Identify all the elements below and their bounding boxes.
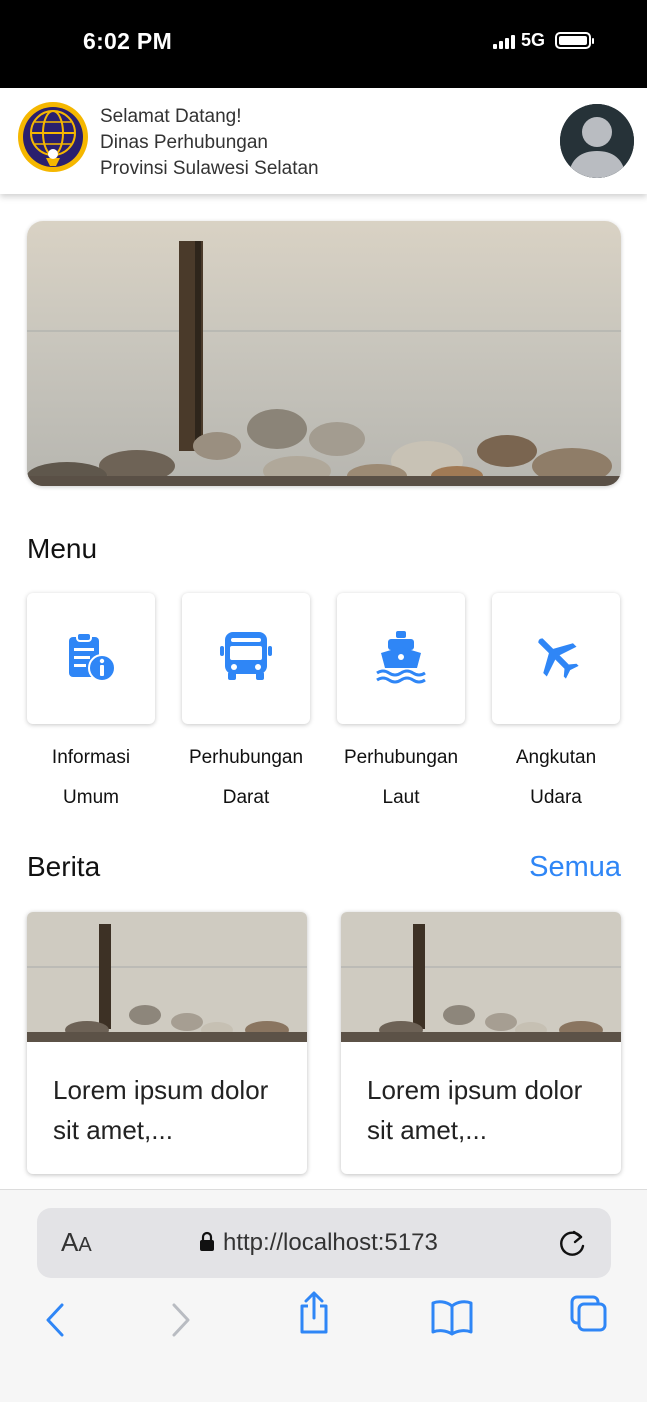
menu-label: Angkutan Udara bbox=[476, 738, 636, 818]
menu-item-angkutan-udara[interactable]: Angkutan Udara bbox=[492, 593, 620, 818]
network-label: 5G bbox=[520, 30, 545, 50]
share-icon[interactable] bbox=[296, 1290, 332, 1341]
user-avatar-icon[interactable] bbox=[560, 104, 634, 178]
header-text: Selamat Datang! Dinas Perhubungan Provin… bbox=[100, 104, 319, 182]
org-name-line1: Dinas Perhubungan bbox=[100, 132, 268, 153]
menu-label-line1: Perhubungan bbox=[188, 747, 304, 768]
menu-label-line2: Darat bbox=[222, 787, 270, 808]
menu-label: Informasi Umum bbox=[11, 738, 171, 818]
menu-item-perhubungan-laut[interactable]: Perhubungan Laut bbox=[337, 593, 465, 818]
menu-label-line1: Angkutan bbox=[515, 747, 597, 768]
news-section-title: Berita bbox=[27, 851, 101, 882]
status-time: 6:02 PM bbox=[83, 28, 173, 54]
bookmarks-icon[interactable] bbox=[430, 1298, 474, 1341]
back-icon[interactable] bbox=[42, 1300, 68, 1345]
text-size-button[interactable]: AA bbox=[61, 1227, 92, 1258]
menu-card[interactable] bbox=[27, 593, 155, 724]
menu-label-line2: Umum bbox=[63, 787, 119, 808]
menu-label: Perhubungan Laut bbox=[321, 738, 481, 818]
address-bar[interactable]: AA http://localhost:5173 bbox=[37, 1208, 611, 1278]
menu-item-perhubungan-darat[interactable]: Perhubungan Darat bbox=[182, 593, 310, 818]
browser-nav-row bbox=[0, 1291, 647, 1350]
tabs-icon[interactable] bbox=[569, 1294, 609, 1339]
airplane-icon bbox=[531, 631, 581, 686]
menu-card[interactable] bbox=[337, 593, 465, 724]
status-bar: 6:02 PM 5G bbox=[0, 0, 647, 88]
menu-label-line2: Udara bbox=[530, 787, 582, 808]
reload-icon[interactable] bbox=[557, 1227, 587, 1264]
ship-icon bbox=[373, 628, 429, 689]
text-size-label-small: A bbox=[78, 1234, 92, 1256]
status-indicators: 5G bbox=[492, 30, 594, 51]
info-clipboard-icon bbox=[63, 628, 119, 689]
url-text: http://localhost:5173 bbox=[223, 1229, 438, 1256]
org-name-line2: Provinsi Sulawesi Selatan bbox=[100, 158, 319, 179]
news-title-text: Lorem ipsum dolor sit amet,... bbox=[53, 1075, 269, 1145]
menu-label-line1: Perhubungan bbox=[343, 747, 459, 768]
menu-label: Perhubungan Darat bbox=[166, 738, 326, 818]
battery-icon bbox=[555, 32, 594, 49]
text-size-label-big: A bbox=[61, 1227, 79, 1257]
lock-icon bbox=[199, 1231, 215, 1256]
browser-toolbar: AA http://localhost:5173 bbox=[0, 1189, 647, 1402]
app-header: Selamat Datang! Dinas Perhubungan Provin… bbox=[0, 88, 647, 194]
news-card[interactable]: Lorem ipsum dolor sit amet,... bbox=[27, 912, 307, 1174]
signal-icon bbox=[492, 33, 515, 49]
url-display[interactable]: http://localhost:5173 bbox=[199, 1229, 438, 1257]
forward-icon[interactable] bbox=[168, 1300, 194, 1345]
greeting-text: Selamat Datang! bbox=[100, 106, 242, 127]
menu-label-line2: Laut bbox=[382, 787, 420, 808]
menu-card[interactable] bbox=[182, 593, 310, 724]
menu-card[interactable] bbox=[492, 593, 620, 724]
menu-label-line1: Informasi bbox=[51, 747, 131, 768]
menu-item-informasi-umum[interactable]: Informasi Umum bbox=[27, 593, 155, 818]
menu-section-title: Menu bbox=[27, 533, 98, 564]
news-thumbnail-image bbox=[341, 912, 621, 1042]
dinas-logo-icon bbox=[16, 100, 90, 174]
news-thumbnail-image bbox=[27, 912, 307, 1042]
bus-icon bbox=[218, 628, 274, 689]
news-title-text: Lorem ipsum dolor sit amet,... bbox=[367, 1075, 583, 1145]
news-card[interactable]: Lorem ipsum dolor sit amet,... bbox=[341, 912, 621, 1174]
hero-banner-image[interactable] bbox=[27, 221, 621, 486]
see-all-news-link[interactable]: Semua bbox=[529, 851, 621, 884]
